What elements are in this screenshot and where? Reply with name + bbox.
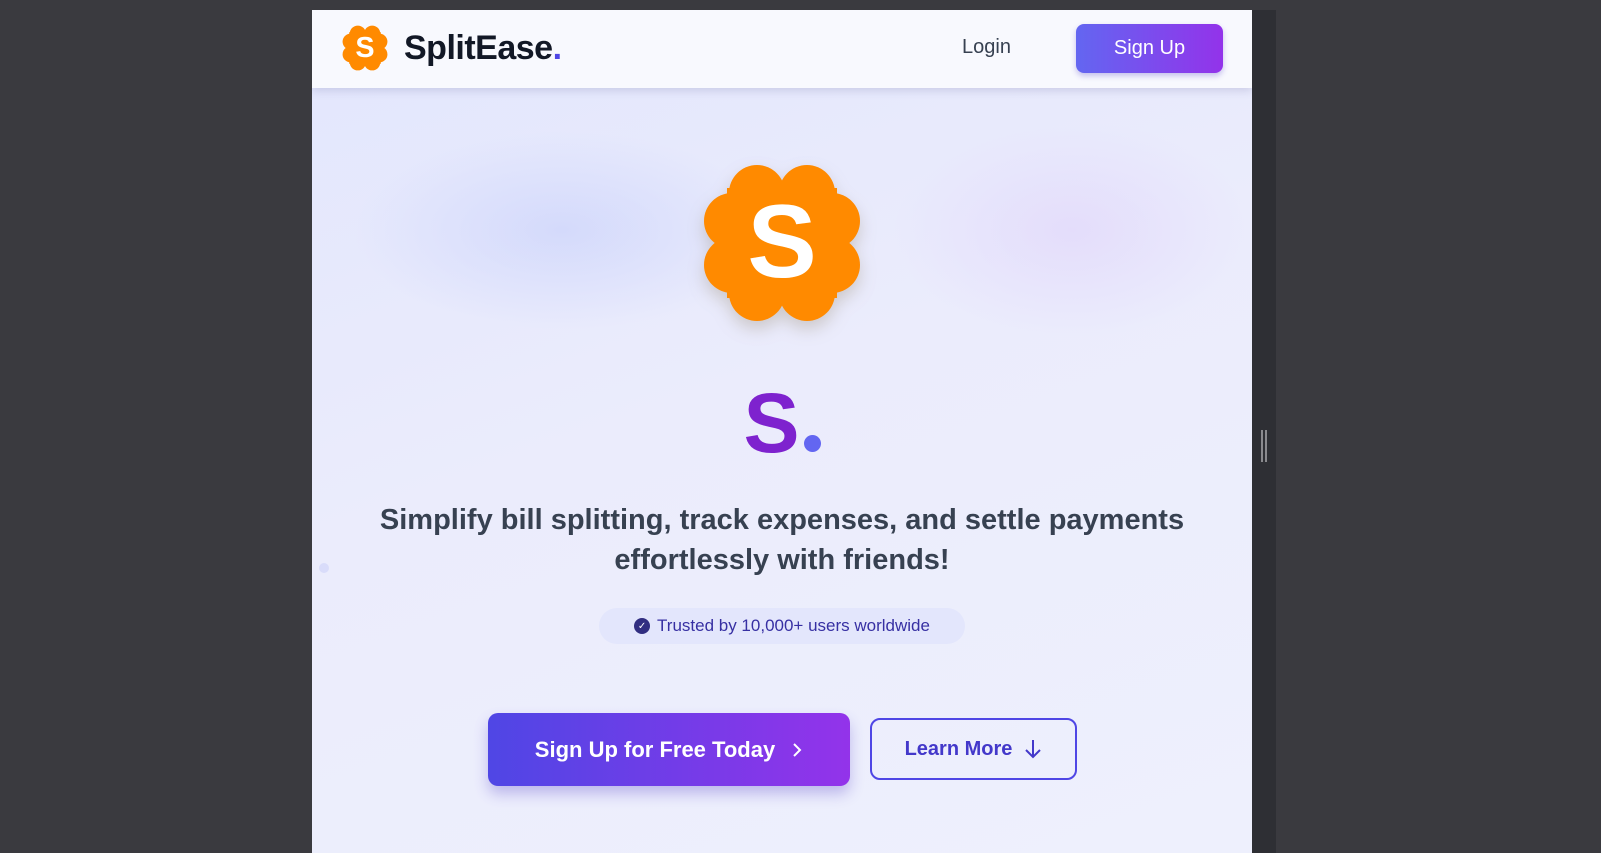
- brand-dot: .: [552, 28, 562, 67]
- chevron-right-icon: [793, 742, 802, 757]
- splitease-logo-icon: S: [342, 25, 388, 71]
- hero-title-letter: S: [743, 376, 800, 470]
- signup-free-button[interactable]: Sign Up for Free Today: [488, 713, 850, 786]
- signup-button[interactable]: Sign Up: [1076, 24, 1223, 73]
- arrow-down-icon: [1025, 740, 1042, 759]
- navbar: S SplitEase. Login Sign Up: [312, 10, 1252, 88]
- trust-badge-text: Trusted by 10,000+ users worldwide: [657, 616, 930, 635]
- landing-page: S SplitEase. Login Sign Up S S Simplify …: [312, 10, 1252, 853]
- signup-free-label: Sign Up for Free Today: [534, 736, 776, 762]
- hero-tagline: Simplify bill splitting, track expenses,…: [379, 504, 1185, 576]
- learn-more-button[interactable]: Learn More: [870, 718, 1077, 780]
- hero-logo-icon: S: [704, 165, 860, 321]
- svg-text:S: S: [355, 32, 374, 64]
- hero-title: S: [312, 375, 1252, 472]
- resize-handle[interactable]: [1261, 430, 1267, 462]
- hero-title-dot: [803, 435, 821, 452]
- brand-name: SplitEase: [404, 28, 553, 67]
- brand-logo-link[interactable]: S SplitEase.: [342, 24, 562, 72]
- learn-more-label: Learn More: [904, 737, 1013, 760]
- check-circle-icon: ✓: [634, 618, 651, 634]
- svg-text:S: S: [747, 184, 816, 300]
- login-link[interactable]: Login: [962, 36, 1011, 59]
- background-glow: [892, 120, 1252, 340]
- trust-badge: ✓ Trusted by 10,000+ users worldwide: [599, 608, 965, 644]
